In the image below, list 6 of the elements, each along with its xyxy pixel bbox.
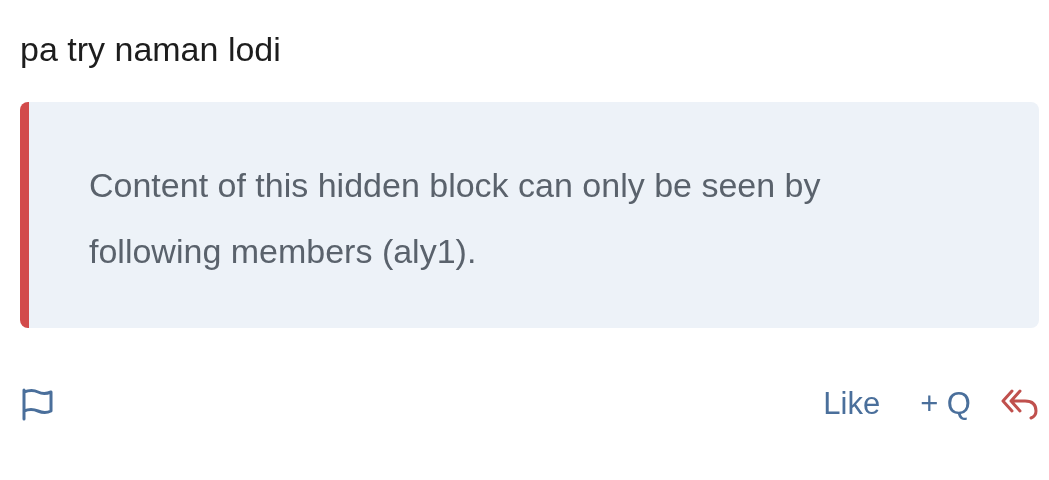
flag-icon[interactable] [20, 387, 54, 421]
post-text: pa try naman lodi [20, 29, 282, 70]
like-button[interactable]: Like [823, 386, 881, 422]
hidden-block-message: Content of this hidden block can only be seen by following members (aly1). [89, 165, 822, 272]
quote-button[interactable]: + Q [920, 386, 971, 422]
reply-icon[interactable] [1001, 388, 1039, 420]
